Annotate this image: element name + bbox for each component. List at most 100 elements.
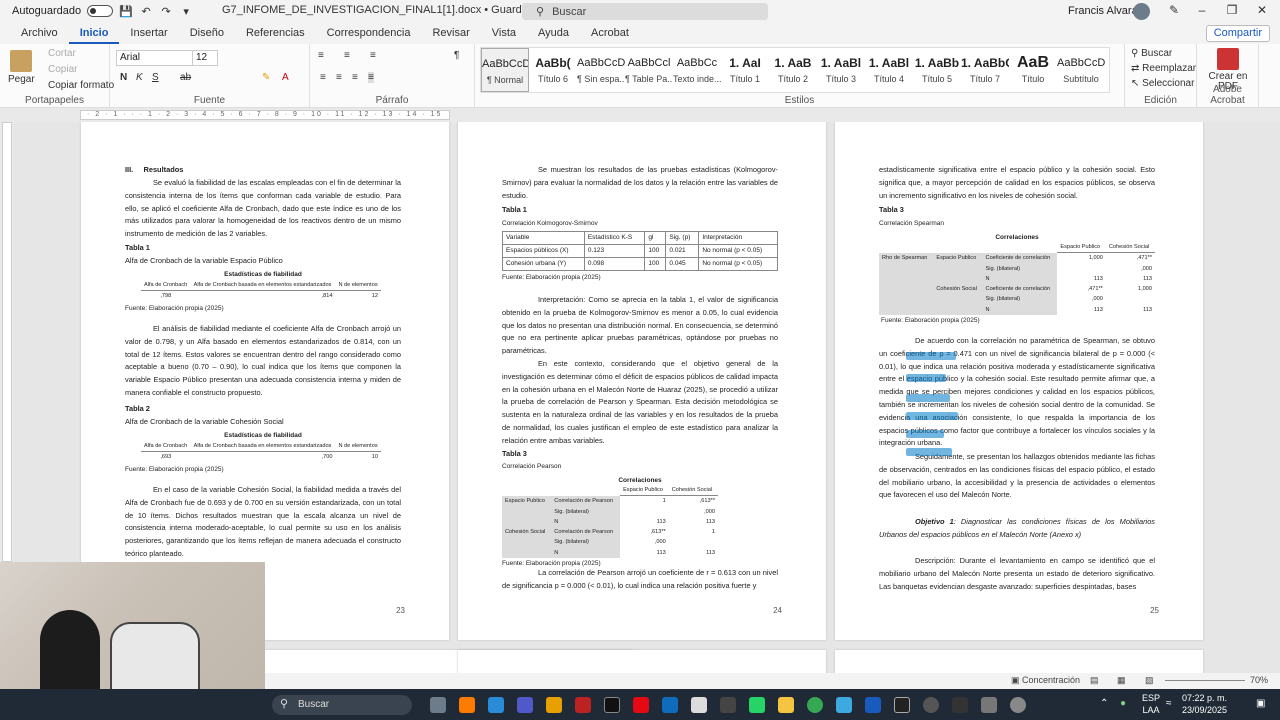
reliability-table-1: Alfa de Cronbach Alfa de Cronbach basada … <box>141 280 381 302</box>
numbering-icon[interactable]: ≡ <box>344 50 350 61</box>
app-icon[interactable] <box>952 697 968 713</box>
editing-label: Edición <box>1144 95 1177 106</box>
align-right-icon[interactable]: ≡ <box>352 72 358 83</box>
align-center-icon[interactable]: ≡ <box>336 72 342 83</box>
pen-icon[interactable]: ✎ <box>1164 3 1184 19</box>
cut-button[interactable]: Cortar <box>48 48 76 59</box>
mic-icon[interactable]: ● <box>1120 698 1126 709</box>
undo-icon[interactable]: ↶ <box>139 4 153 18</box>
netflix-icon[interactable] <box>633 697 649 713</box>
task-view-icon[interactable] <box>430 697 446 713</box>
search-icon: ⚲ <box>1131 48 1142 59</box>
strikethrough-icon[interactable]: ab <box>180 72 191 83</box>
tab-correspondencia[interactable]: Correspondencia <box>316 22 422 44</box>
vertical-ruler[interactable] <box>2 122 12 562</box>
word-icon[interactable] <box>865 697 881 713</box>
select-button[interactable]: ↖ Seleccionar <box>1131 78 1194 89</box>
tab-vista[interactable]: Vista <box>481 22 527 44</box>
paragraph: Se muestran los resultados de las prueba… <box>502 165 778 200</box>
tab-acrobat[interactable]: Acrobat <box>580 22 640 44</box>
next-page[interactable] <box>835 650 1203 675</box>
web-layout-icon[interactable]: ▧ <box>1145 675 1154 686</box>
bullets-icon[interactable]: ≡ <box>318 50 324 61</box>
page-24[interactable]: Se muestran los resultados de las prueba… <box>458 122 826 640</box>
tab-referencias[interactable]: Referencias <box>235 22 316 44</box>
paragraph: estadísticamente significativa entre el … <box>879 165 1155 200</box>
minimize-icon[interactable]: – <box>1192 3 1212 19</box>
table-label: Tabla 1 <box>125 243 150 252</box>
teams-icon[interactable] <box>517 697 533 713</box>
font-name-select[interactable]: Arial <box>116 50 196 66</box>
table-label: Tabla 3 <box>502 449 527 458</box>
zoom-slider[interactable] <box>1165 680 1245 681</box>
customize-qat-icon[interactable]: ▾ <box>179 4 193 18</box>
highlight-icon[interactable]: ✎ <box>262 72 270 83</box>
read-mode-icon[interactable]: ▤ <box>1090 675 1099 686</box>
restore-icon[interactable]: ❐ <box>1222 3 1242 19</box>
table-title: Correlación Pearson <box>502 463 562 470</box>
find-button[interactable]: ⚲ Buscar <box>1131 48 1172 59</box>
next-page[interactable] <box>458 650 826 675</box>
zoom-level[interactable]: 70% <box>1250 675 1268 685</box>
tab-archivo[interactable]: Archivo <box>10 22 69 44</box>
language-indicator[interactable]: ESP LAA <box>1142 692 1160 716</box>
notification-icon[interactable]: ▣ <box>1256 698 1265 709</box>
autosave-toggle[interactable] <box>87 5 114 17</box>
underline-icon[interactable]: S <box>152 72 159 83</box>
pdf-icon[interactable] <box>1217 48 1239 70</box>
app-icon[interactable] <box>894 697 910 713</box>
print-layout-icon[interactable]: ▦ <box>1117 675 1126 686</box>
styles-label: Estilos <box>784 95 815 106</box>
italic-icon[interactable]: K <box>136 72 143 83</box>
close-icon[interactable]: ✕ <box>1252 3 1272 19</box>
copy-button[interactable]: Copiar <box>48 64 77 75</box>
search-box[interactable]: ⚲ Buscar <box>522 3 768 20</box>
redo-icon[interactable]: ↷ <box>159 4 173 18</box>
app-icon[interactable] <box>575 697 591 713</box>
save-icon[interactable]: 💾 <box>119 4 133 18</box>
app-icon[interactable] <box>981 697 997 713</box>
font-color-icon[interactable]: A <box>282 72 289 83</box>
tab-inicio[interactable]: Inicio <box>68 22 120 44</box>
paste-button[interactable]: Pegar <box>8 74 35 85</box>
file-explorer-icon[interactable] <box>778 697 794 713</box>
bold-icon[interactable]: N <box>120 72 127 83</box>
firefox-icon[interactable] <box>459 697 475 713</box>
chrome-icon[interactable] <box>807 697 823 713</box>
tiktok-icon[interactable] <box>604 697 620 713</box>
font-size-select[interactable]: 12 <box>192 50 218 66</box>
justify-icon[interactable]: ≡ <box>368 72 374 83</box>
outlook-icon[interactable] <box>662 697 678 713</box>
paragraph: En este contexto, considerando que el ob… <box>502 359 778 445</box>
page-number: 23 <box>396 606 405 616</box>
focus-mode-button[interactable]: ▣ Concentración <box>1011 675 1080 686</box>
app-icon[interactable] <box>720 697 736 713</box>
tab-diseno[interactable]: Diseño <box>179 22 235 44</box>
share-button[interactable]: Compartir <box>1205 25 1270 42</box>
store-icon[interactable] <box>546 697 562 713</box>
page-25[interactable]: estadísticamente significativa entre el … <box>835 122 1203 640</box>
adobe-group: Crear en PDF Adobe Acrobat <box>1197 44 1259 108</box>
tab-ayuda[interactable]: Ayuda <box>527 22 580 44</box>
tray-chevron-icon[interactable]: ⌃ <box>1100 698 1108 709</box>
settings-icon[interactable] <box>1010 697 1026 713</box>
avatar[interactable] <box>1133 3 1150 20</box>
edge-icon[interactable] <box>488 697 504 713</box>
clock[interactable]: 07:22 p. m. 23/09/2025 <box>1182 692 1227 716</box>
replace-button[interactable]: ⇄ Reemplazar <box>1131 63 1196 74</box>
clipboard-label: Portapapeles <box>25 95 84 106</box>
multilevel-list-icon[interactable]: ≡ <box>370 50 376 61</box>
whatsapp-icon[interactable] <box>749 697 765 713</box>
format-painter-button[interactable]: Copiar formato <box>48 80 114 91</box>
app-icon[interactable] <box>691 697 707 713</box>
app-icon[interactable] <box>836 697 852 713</box>
paste-icon[interactable] <box>10 50 32 72</box>
app-icon[interactable] <box>923 697 939 713</box>
horizontal-ruler[interactable]: · 2 · 1 · · · 1 · 2 · 3 · 4 · 5 · 6 · 7 … <box>80 110 450 120</box>
pilcrow-icon[interactable]: ¶ <box>454 50 459 61</box>
wifi-icon[interactable]: ≈ <box>1166 698 1172 709</box>
tab-insertar[interactable]: Insertar <box>119 22 178 44</box>
align-left-icon[interactable]: ≡ <box>320 72 326 83</box>
tab-revisar[interactable]: Revisar <box>421 22 480 44</box>
table-source: Fuente: Elaboración propia (2025) <box>125 466 224 473</box>
